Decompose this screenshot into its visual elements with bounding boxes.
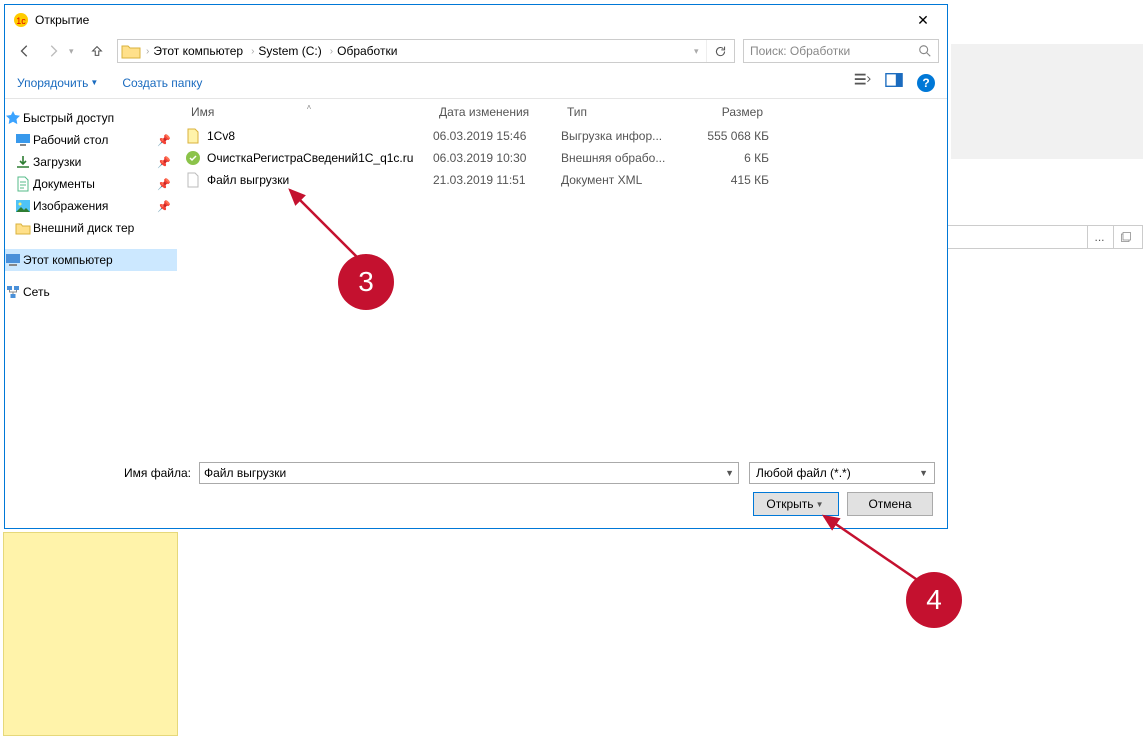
address-history[interactable]: ▾: [694, 46, 706, 57]
address-bar[interactable]: ›Этот компьютер ›System (C:) ›Обработки …: [117, 39, 735, 63]
download-icon: [15, 154, 31, 170]
pin-icon: 📌: [157, 134, 171, 147]
navigation-pane: Быстрый доступ Рабочий стол📌 Загрузки📌 Д…: [5, 99, 177, 456]
filename-input[interactable]: Файл выгрузки▼: [199, 462, 739, 484]
background-note: [3, 532, 178, 736]
file-row[interactable]: 1Cv8 06.03.2019 15:46 Выгрузка инфор... …: [177, 125, 947, 147]
cancel-button[interactable]: Отмена: [847, 492, 933, 516]
nav-desktop[interactable]: Рабочий стол📌: [5, 129, 177, 151]
nav-downloads[interactable]: Загрузки📌: [5, 151, 177, 173]
back-button[interactable]: [13, 39, 37, 63]
desktop-icon: [15, 132, 31, 148]
chevron-down-icon: ▼: [919, 468, 928, 478]
titlebar: 1c Открытие ✕: [5, 5, 947, 35]
close-button[interactable]: ✕: [903, 6, 943, 34]
new-folder-button[interactable]: Создать папку: [122, 76, 202, 90]
column-headers: Имя˄ Дата изменения Тип Размер: [177, 99, 947, 125]
dialog-title: Открытие: [35, 13, 903, 27]
pin-icon: 📌: [157, 156, 171, 169]
background-more-button[interactable]: ...: [1087, 225, 1111, 249]
folder-icon: [15, 220, 31, 236]
search-placeholder: Поиск: Обработки: [750, 44, 918, 58]
file-icon: [185, 150, 201, 166]
computer-icon: [5, 252, 21, 268]
file-list: Имя˄ Дата изменения Тип Размер 1Cv8 06.0…: [177, 99, 947, 456]
recent-locations[interactable]: ▾: [69, 46, 81, 57]
nav-documents[interactable]: Документы📌: [5, 173, 177, 195]
nav-row: ▾ ›Этот компьютер ›System (C:) ›Обработк…: [5, 35, 947, 67]
picture-icon: [15, 198, 31, 214]
file-row[interactable]: ОчисткаРегистраСведений1С_q1c.ru 06.03.2…: [177, 147, 947, 169]
file-icon: [185, 128, 201, 144]
app-icon: 1c: [13, 12, 29, 28]
help-button[interactable]: ?: [917, 74, 935, 92]
nav-ext-disk[interactable]: Внешний диск тер: [5, 217, 177, 239]
svg-text:1c: 1c: [16, 16, 26, 26]
toolbar: Упорядочить▼ Создать папку ?: [5, 67, 947, 99]
open-button[interactable]: Открыть▼: [753, 492, 839, 516]
col-name[interactable]: Имя˄: [185, 105, 433, 119]
callout-4: 4: [906, 572, 962, 628]
open-split-icon[interactable]: ▼: [816, 500, 826, 509]
forward-button[interactable]: [41, 39, 65, 63]
col-size[interactable]: Размер: [679, 105, 769, 119]
breadcrumb-segment[interactable]: ›Обработки: [326, 39, 402, 63]
background-popout-button[interactable]: [1113, 225, 1137, 249]
file-row[interactable]: Файл выгрузки 21.03.2019 11:51 Документ …: [177, 169, 947, 191]
document-icon: [15, 176, 31, 192]
nav-this-pc[interactable]: Этот компьютер: [5, 249, 177, 271]
breadcrumb-segment[interactable]: ›System (C:): [247, 39, 326, 63]
nav-network[interactable]: Сеть: [5, 281, 177, 303]
pin-icon: 📌: [157, 200, 171, 213]
col-date[interactable]: Дата изменения: [433, 105, 561, 119]
file-open-dialog: 1c Открытие ✕ ▾ ›Этот компьютер ›System …: [4, 4, 948, 529]
nav-quick-access[interactable]: Быстрый доступ: [5, 107, 177, 129]
sort-indicator-icon: ˄: [307, 103, 312, 112]
up-button[interactable]: [85, 39, 109, 63]
filename-label: Имя файла:: [17, 466, 199, 480]
filetype-select[interactable]: Любой файл (*.*)▼: [749, 462, 935, 484]
chevron-down-icon[interactable]: ▼: [725, 468, 734, 478]
file-icon: [185, 172, 201, 188]
folder-icon: [120, 40, 142, 62]
breadcrumb-segment[interactable]: ›Этот компьютер: [142, 39, 247, 63]
view-options[interactable]: [853, 71, 871, 94]
col-type[interactable]: Тип: [561, 105, 679, 119]
organize-menu[interactable]: Упорядочить▼: [17, 76, 98, 90]
callout-3: 3: [338, 254, 394, 310]
network-icon: [5, 284, 21, 300]
background-ribbon: [951, 44, 1143, 159]
search-icon: [918, 44, 932, 58]
refresh-button[interactable]: [706, 40, 734, 62]
dialog-footer: Имя файла: Файл выгрузки▼ Любой файл (*.…: [5, 456, 947, 528]
search-input[interactable]: Поиск: Обработки: [743, 39, 939, 63]
pin-icon: 📌: [157, 178, 171, 191]
nav-pictures[interactable]: Изображения📌: [5, 195, 177, 217]
star-icon: [5, 110, 21, 126]
preview-pane-toggle[interactable]: [885, 71, 903, 94]
